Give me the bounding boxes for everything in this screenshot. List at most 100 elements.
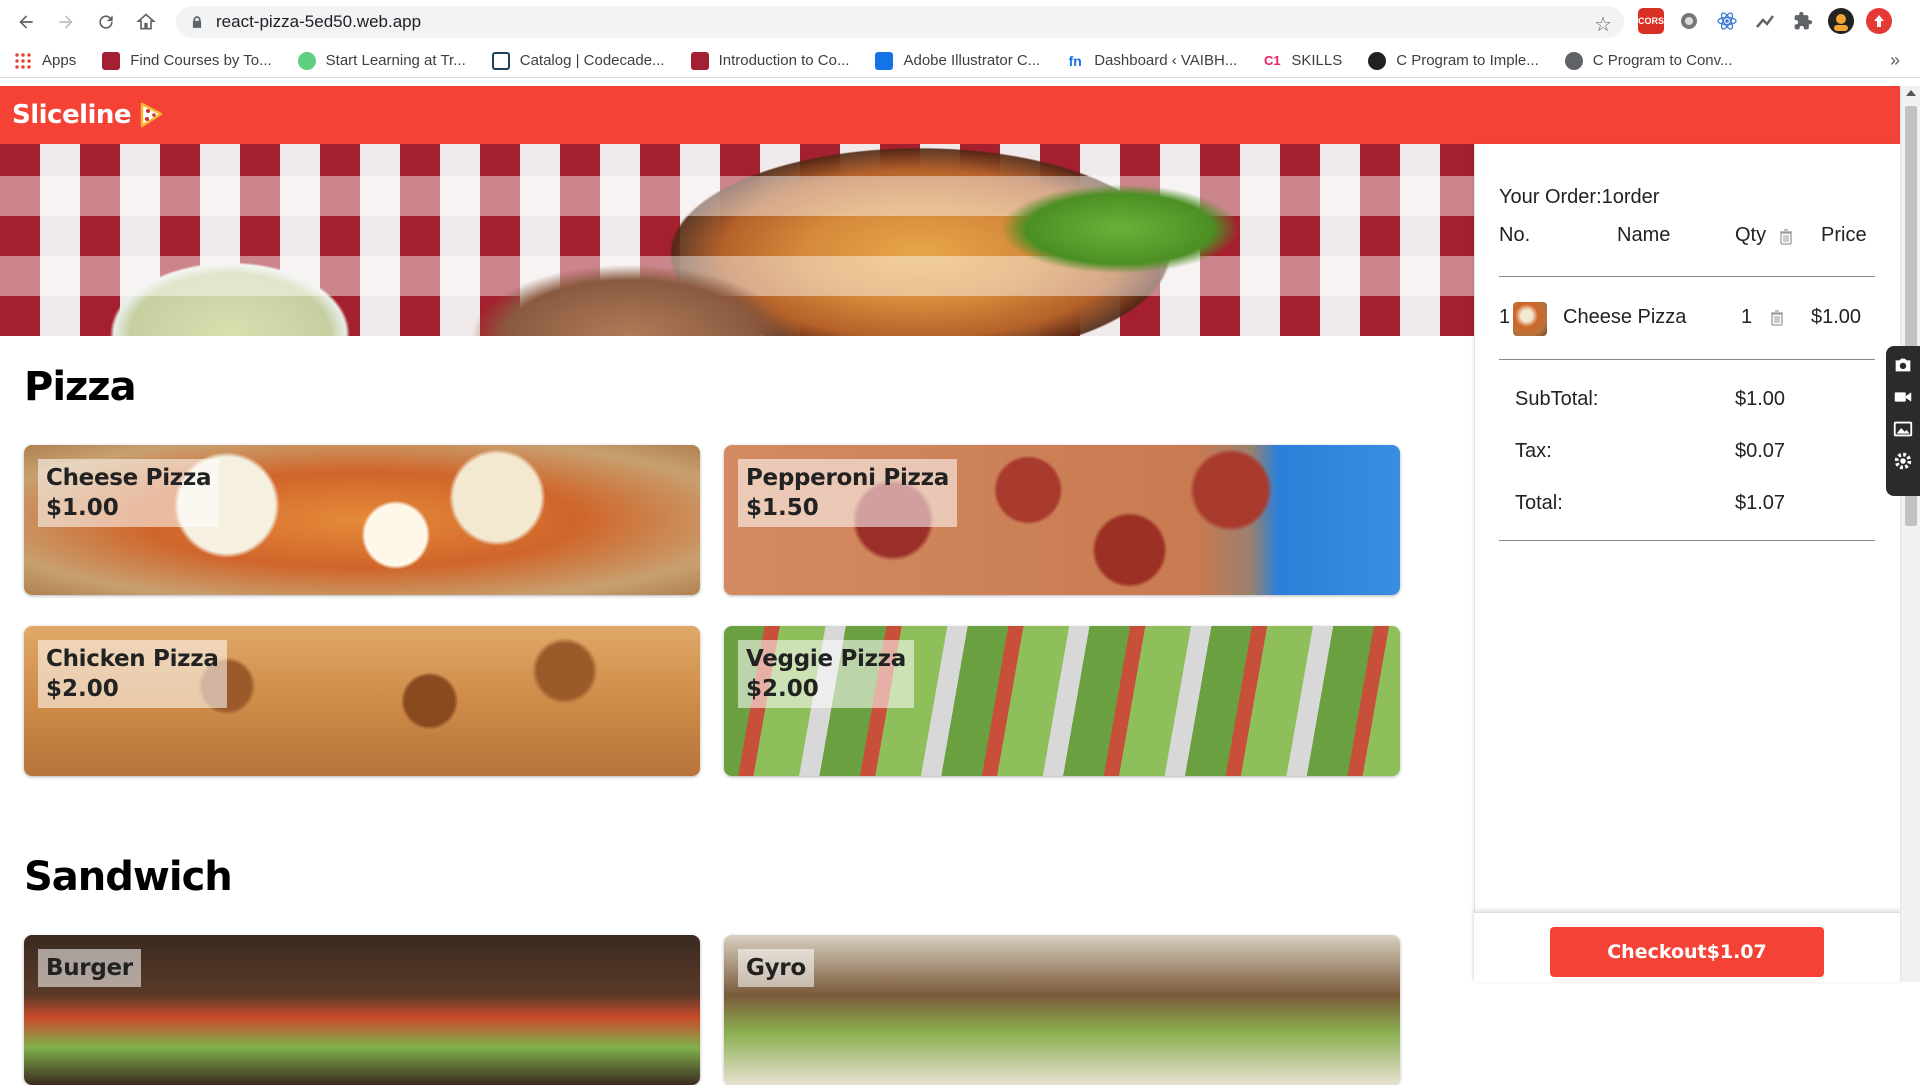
- bookmarks-bar: Apps Find Courses by To... Start Learnin…: [0, 44, 1920, 78]
- globe-icon: [1564, 51, 1583, 70]
- settings-gear-icon[interactable]: [1892, 450, 1914, 472]
- screenshot-toolbar: [1886, 346, 1920, 496]
- order-item-name: Cheese Pizza: [1563, 306, 1687, 328]
- hero-hand: [470, 264, 790, 336]
- order-item-qty: 1: [1741, 306, 1753, 328]
- subtotal-value: $1.00: [1735, 388, 1786, 410]
- reload-icon[interactable]: [88, 4, 124, 40]
- section-title-sandwich: Sandwich: [24, 854, 233, 900]
- pizza-slice-icon: [140, 102, 163, 128]
- menu-item-price: $1.00: [46, 495, 119, 521]
- bookmark-apps[interactable]: Apps: [14, 51, 76, 70]
- mit-icon: [690, 51, 709, 70]
- checkout-footer: Checkout$1.07: [1474, 912, 1900, 982]
- update-icon[interactable]: [1866, 8, 1892, 34]
- back-icon[interactable]: [8, 4, 44, 40]
- circle-extension-icon[interactable]: [1676, 8, 1702, 34]
- menu-item-chicken-pizza[interactable]: Chicken Pizza $2.00: [24, 626, 700, 776]
- fn-icon: fn: [1066, 51, 1085, 70]
- site-header: Sliceline: [0, 86, 1900, 144]
- menu-item-name: Veggie Pizza: [746, 646, 906, 672]
- order-item-no: 1: [1499, 306, 1511, 328]
- menu-item-cheese-pizza[interactable]: Cheese Pizza $1.00: [24, 445, 700, 595]
- apps-grid-icon: [14, 51, 32, 70]
- site-logo[interactable]: Sliceline: [12, 100, 132, 130]
- menu-item-price: $2.00: [746, 676, 819, 702]
- react-devtools-icon[interactable]: [1714, 8, 1740, 34]
- adobe-icon: [875, 51, 894, 70]
- trash-icon: [1780, 229, 1792, 245]
- menu-item-label: Cheese Pizza $1.00: [38, 459, 220, 527]
- header-name: Name: [1617, 224, 1671, 246]
- total-row: Total: $1.07: [1515, 492, 1835, 518]
- puzzle-extensions-icon[interactable]: [1790, 8, 1816, 34]
- bookmark-c-program-imple[interactable]: C Program to Imple...: [1368, 51, 1539, 70]
- menu-item-price: $2.00: [46, 676, 119, 702]
- menu-item-label: Burger: [38, 949, 141, 987]
- bookmark-dashboard[interactable]: fn Dashboard ‹ VAIBH...: [1066, 51, 1237, 70]
- scroll-up-icon[interactable]: [1906, 90, 1916, 96]
- address-bar[interactable]: react-pizza-5ed50.web.app ☆: [176, 6, 1624, 38]
- bookmark-find-courses[interactable]: Find Courses by To...: [102, 51, 272, 70]
- menu-item-name: Cheese Pizza: [46, 465, 212, 491]
- analytics-extension-icon[interactable]: [1752, 8, 1778, 34]
- hero-banner: [0, 144, 1474, 336]
- menu-item-pepperoni-pizza[interactable]: Pepperoni Pizza $1.50: [724, 445, 1400, 595]
- menu-item-name: Pepperoni Pizza: [746, 465, 949, 491]
- tax-row: Tax: $0.07: [1515, 440, 1835, 466]
- header-qty: Qty: [1735, 224, 1767, 246]
- menu-item-burger[interactable]: Burger: [24, 935, 700, 1085]
- menu-item-label: Gyro: [738, 949, 814, 987]
- tax-label: Tax:: [1515, 440, 1552, 462]
- header-price: Price: [1821, 224, 1867, 246]
- order-panel: Your Order:1order No. Name Qty Price 1 C…: [1474, 144, 1900, 982]
- gallery-icon[interactable]: [1892, 418, 1914, 440]
- bookmarks-more-icon[interactable]: »: [1890, 50, 1900, 71]
- mit-icon: [102, 51, 121, 70]
- forward-icon[interactable]: [48, 4, 84, 40]
- order-table-header: No. Name Qty Price: [1499, 224, 1875, 254]
- codecademy-icon: [491, 51, 510, 70]
- divider: [1499, 540, 1875, 541]
- menu-item-name: Burger: [46, 955, 133, 981]
- divider: [1499, 359, 1875, 360]
- page-scrollbar[interactable]: [1900, 86, 1920, 982]
- menu-item-price: $1.50: [746, 495, 819, 521]
- tax-value: $0.07: [1735, 440, 1786, 462]
- total-value: $1.07: [1735, 492, 1786, 514]
- total-label: Total:: [1515, 492, 1563, 514]
- subtotal-label: SubTotal:: [1515, 388, 1599, 410]
- menu-item-label: Pepperoni Pizza $1.50: [738, 459, 957, 527]
- bookmark-introduction[interactable]: Introduction to Co...: [690, 51, 849, 70]
- video-icon[interactable]: [1892, 386, 1914, 408]
- avatar[interactable]: [1828, 8, 1854, 34]
- home-icon[interactable]: [128, 4, 164, 40]
- bookmark-star-icon[interactable]: ☆: [1594, 12, 1612, 37]
- menu-item-veggie-pizza[interactable]: Veggie Pizza $2.00: [724, 626, 1400, 776]
- remove-item-trash-icon[interactable]: [1771, 310, 1783, 326]
- subtotal-row: SubTotal: $1.00: [1515, 388, 1835, 414]
- cors-extension-icon[interactable]: CORS: [1638, 8, 1664, 34]
- camera-icon[interactable]: [1892, 354, 1914, 376]
- treehouse-icon: [297, 51, 316, 70]
- menu-item-gyro[interactable]: Gyro: [724, 935, 1400, 1085]
- menu-item-label: Chicken Pizza $2.00: [38, 640, 227, 708]
- github-icon: [1368, 51, 1387, 70]
- hero-arugula: [1000, 184, 1240, 274]
- section-title-pizza: Pizza: [24, 364, 137, 410]
- order-item-thumbnail: [1513, 302, 1547, 336]
- browser-toolbar: react-pizza-5ed50.web.app ☆ CORS: [0, 0, 1920, 44]
- c1-icon: C1: [1263, 51, 1282, 70]
- extensions-area: CORS: [1638, 8, 1892, 34]
- menu-item-name: Gyro: [746, 955, 806, 981]
- bookmark-treehouse[interactable]: Start Learning at Tr...: [297, 51, 466, 70]
- menu-item-name: Chicken Pizza: [46, 646, 219, 672]
- divider: [1499, 276, 1875, 277]
- bookmark-adobe[interactable]: Adobe Illustrator C...: [875, 51, 1040, 70]
- bookmark-c-program-conv[interactable]: C Program to Conv...: [1564, 51, 1733, 70]
- bookmark-skills[interactable]: C1 SKILLS: [1263, 51, 1342, 70]
- url-text[interactable]: react-pizza-5ed50.web.app: [216, 12, 421, 32]
- lock-icon: [192, 16, 202, 28]
- bookmark-codecademy[interactable]: Catalog | Codecade...: [491, 51, 665, 70]
- checkout-button[interactable]: Checkout$1.07: [1550, 927, 1824, 977]
